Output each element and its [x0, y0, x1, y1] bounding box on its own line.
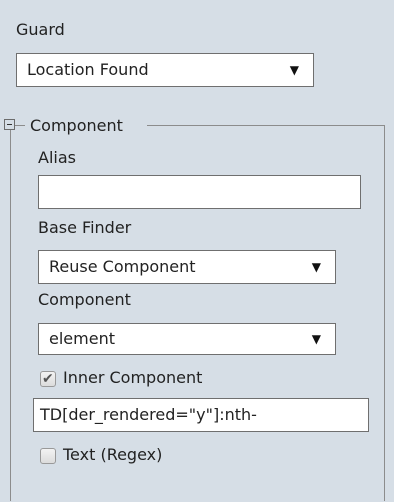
- dropdown-caret-icon: ▼: [311, 332, 321, 346]
- base-finder-select[interactable]: Reuse Component ▼: [38, 250, 336, 284]
- component-select-value: element: [49, 329, 115, 348]
- guard-select[interactable]: Location Found ▼: [16, 53, 314, 87]
- selector-input-value: TD[der_rendered="y"]:nth-: [40, 405, 257, 424]
- guard-label: Guard: [16, 20, 65, 39]
- inner-component-label: Inner Component: [63, 368, 203, 387]
- fieldset-border-top-left: [15, 125, 25, 126]
- text-regex-label: Text (Regex): [63, 445, 163, 464]
- component-label: Component: [38, 290, 131, 309]
- text-regex-checkbox[interactable]: [40, 448, 56, 464]
- fieldset-border-top: [147, 125, 384, 126]
- alias-input[interactable]: [38, 175, 361, 209]
- inner-component-checkbox[interactable]: ✔: [40, 371, 56, 387]
- fieldset-border-right: [384, 125, 385, 501]
- collapse-minus-icon[interactable]: [4, 119, 15, 130]
- guard-select-value: Location Found: [27, 60, 149, 79]
- fieldset-border-left: [10, 125, 11, 501]
- base-finder-label: Base Finder: [38, 218, 132, 237]
- alias-label: Alias: [38, 148, 76, 167]
- base-finder-select-value: Reuse Component: [49, 257, 196, 276]
- checkmark-icon: ✔: [42, 371, 54, 387]
- component-select[interactable]: element ▼: [38, 323, 336, 355]
- component-legend: Component: [30, 116, 123, 135]
- dropdown-caret-icon: ▼: [289, 63, 299, 77]
- selector-input[interactable]: TD[der_rendered="y"]:nth-: [33, 398, 369, 432]
- dropdown-caret-icon: ▼: [311, 260, 321, 274]
